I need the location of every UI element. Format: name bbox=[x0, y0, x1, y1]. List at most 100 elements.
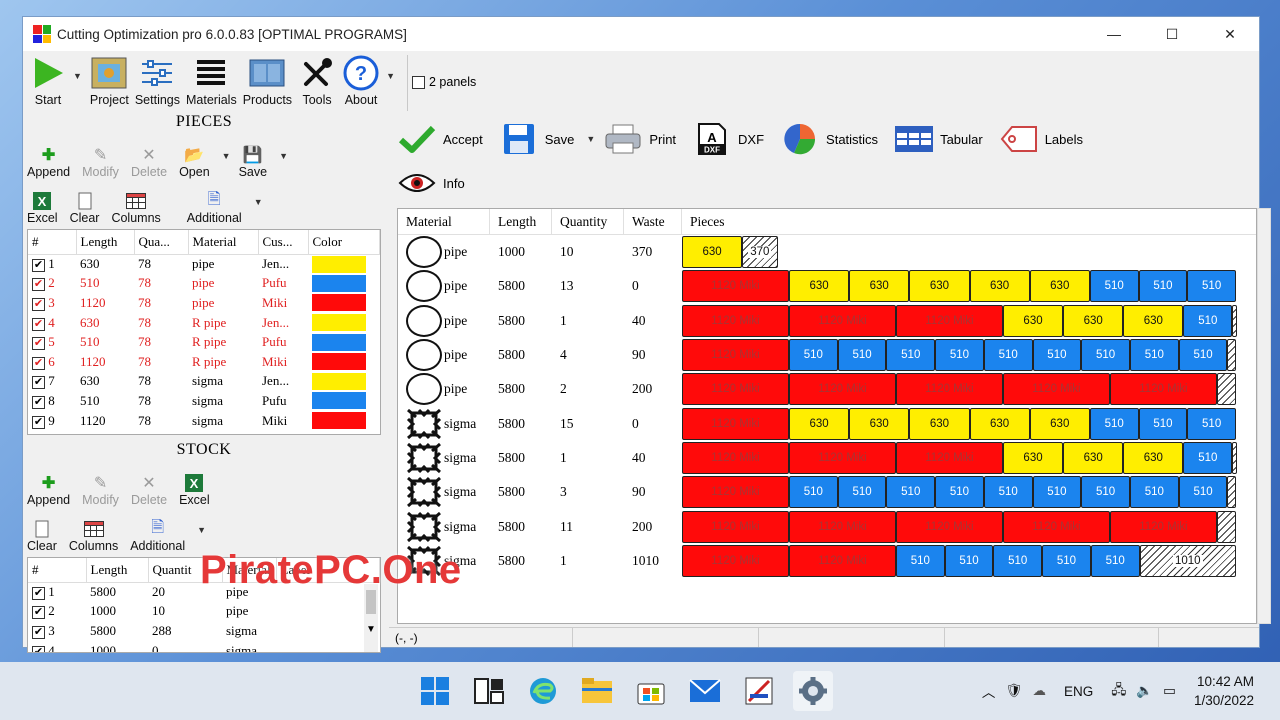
piece-segment[interactable]: 510 bbox=[1032, 339, 1082, 372]
piece-segment[interactable]: 510 bbox=[837, 339, 887, 372]
piece-segment[interactable]: 1120 Miki bbox=[895, 373, 1003, 406]
table-row[interactable]: ✔ 5 510 78 R pipe Pufu bbox=[28, 332, 380, 352]
open-dropdown-arrow[interactable]: ▼ bbox=[222, 151, 231, 161]
piece-segment[interactable]: 1120 Miki bbox=[1109, 510, 1217, 543]
table-row[interactable]: ✔ 2 1000 10 pipe bbox=[28, 602, 380, 622]
start-dropdown-arrow[interactable]: ▼ bbox=[73, 71, 82, 81]
piece-segment[interactable]: 1120 Miki bbox=[788, 373, 896, 406]
pieces-clear-button[interactable]: Clear bbox=[70, 191, 99, 225]
row-checkbox[interactable]: ✔ bbox=[32, 278, 45, 292]
result-row[interactable]: pipe 5800 13 0 1120 Miki 630 630 630 630 630 510 51… bbox=[398, 269, 1256, 303]
table-row[interactable]: ✔ 4 630 78 R pipe Jen... bbox=[28, 313, 380, 333]
piece-segment[interactable]: 510 bbox=[1081, 476, 1130, 509]
about-dropdown-arrow[interactable]: ▼ bbox=[386, 71, 395, 81]
piece-segment[interactable]: 630 bbox=[1029, 270, 1090, 303]
piece-segment[interactable]: 510 bbox=[1089, 407, 1139, 440]
stock-additional-button[interactable]: 🗎 Additional bbox=[130, 519, 185, 554]
pieces-col-quantity[interactable]: Qua... bbox=[134, 230, 189, 255]
piece-segment[interactable]: 510 bbox=[1187, 270, 1236, 303]
result-row[interactable]: sigma 5800 3 90 1120 Miki 510 510 510 510 510 510 5… bbox=[398, 475, 1256, 509]
piece-segment[interactable]: 510 bbox=[1129, 476, 1179, 509]
result-row[interactable]: pipe 1000 10 370 630 370 bbox=[398, 235, 1256, 269]
pieces-col-material[interactable]: Material bbox=[188, 230, 259, 255]
result-row[interactable]: sigma 5800 15 0 1120 Miki 630 630 630 630 630 510 5… bbox=[398, 406, 1256, 440]
row-checkbox[interactable]: ✔ bbox=[32, 376, 45, 390]
scroll-down-arrow[interactable]: ▼ bbox=[364, 624, 378, 635]
row-checkbox[interactable]: ✔ bbox=[32, 356, 45, 370]
row-checkbox[interactable]: ✔ bbox=[32, 587, 45, 601]
piece-segment[interactable]: 510 bbox=[788, 476, 838, 509]
waste-segment[interactable]: 370 bbox=[742, 236, 778, 269]
piece-segment[interactable]: 630 bbox=[969, 270, 1030, 303]
waste-segment[interactable] bbox=[1216, 510, 1236, 543]
color-swatch[interactable] bbox=[312, 294, 366, 312]
results-col-length[interactable]: Length bbox=[490, 209, 552, 234]
piece-segment[interactable]: 1120 Miki bbox=[682, 270, 789, 303]
stock-columns-button[interactable]: Columns bbox=[69, 519, 118, 553]
piece-segment[interactable]: 1120 Miki bbox=[1002, 373, 1110, 406]
piece-segment[interactable]: 510 bbox=[1138, 270, 1188, 303]
app-shortcut-icon[interactable] bbox=[739, 671, 779, 711]
result-row[interactable]: pipe 5800 1 40 1120 Miki 1120 Miki 1120 Miki 63… bbox=[398, 304, 1256, 338]
piece-segment[interactable]: 1120 Miki bbox=[682, 510, 789, 543]
network-icon[interactable]: 🖧 bbox=[1111, 680, 1126, 703]
piece-segment[interactable]: 630 bbox=[909, 407, 970, 440]
waste-segment[interactable]: 1010 bbox=[1139, 544, 1236, 577]
pieces-columns-button[interactable]: Columns bbox=[111, 191, 161, 225]
result-row[interactable]: pipe 5800 2 200 1120 Miki 1120 Miki 1120 Miki 1… bbox=[398, 372, 1256, 406]
piece-segment[interactable]: 510 bbox=[895, 544, 945, 577]
scroll-thumb[interactable] bbox=[366, 590, 376, 614]
table-row[interactable]: ✔ 9 1120 78 sigma Miki bbox=[28, 411, 380, 431]
piece-segment[interactable]: 630 bbox=[849, 407, 910, 440]
windows-start-icon[interactable] bbox=[415, 671, 455, 711]
table-row[interactable]: ✔ 3 5800 288 sigma bbox=[28, 621, 380, 641]
piece-segment[interactable]: 630 bbox=[1063, 441, 1124, 474]
tabular-button[interactable]: Tabular bbox=[894, 122, 983, 156]
dxf-button[interactable]: A DXF DXF bbox=[692, 122, 764, 156]
piece-segment[interactable]: 1120 Miki bbox=[895, 441, 1003, 474]
table-row[interactable]: ✔ 4 1000 0 sigma bbox=[28, 641, 380, 652]
table-row[interactable]: ✔ 8 510 78 sigma Pufu bbox=[28, 391, 380, 411]
waste-segment[interactable] bbox=[1232, 441, 1238, 474]
table-row[interactable]: ✔ 2 510 78 pipe Pufu bbox=[28, 274, 380, 294]
row-checkbox[interactable]: ✔ bbox=[32, 645, 45, 652]
color-swatch[interactable] bbox=[312, 353, 366, 371]
row-checkbox[interactable]: ✔ bbox=[32, 259, 45, 273]
piece-segment[interactable]: 510 bbox=[1090, 544, 1140, 577]
piece-segment[interactable]: 510 bbox=[993, 544, 1043, 577]
waste-segment[interactable] bbox=[1232, 304, 1238, 337]
piece-segment[interactable]: 510 bbox=[1138, 407, 1188, 440]
piece-segment[interactable]: 510 bbox=[886, 476, 936, 509]
piece-segment[interactable]: 1120 Miki bbox=[682, 373, 789, 406]
pieces-save-button[interactable]: 💾 Save bbox=[239, 145, 268, 179]
materials-button[interactable]: Materials bbox=[186, 55, 237, 107]
clock[interactable]: 10:42 AM 1/30/2022 bbox=[1194, 672, 1254, 710]
results-col-material[interactable]: Material bbox=[398, 209, 490, 234]
piece-segment[interactable]: 630 bbox=[909, 270, 970, 303]
table-row[interactable]: ✔ 3 1120 78 pipe Miki bbox=[28, 293, 380, 313]
piece-segment[interactable]: 630 bbox=[1063, 304, 1124, 337]
stock-col-length[interactable]: Length bbox=[86, 558, 149, 583]
piece-segment[interactable]: 1120 Miki bbox=[1109, 373, 1217, 406]
tools-button[interactable]: Tools bbox=[298, 55, 336, 107]
piece-segment[interactable]: 1120 Miki bbox=[1002, 510, 1110, 543]
row-checkbox[interactable]: ✔ bbox=[32, 317, 45, 331]
store-icon[interactable] bbox=[631, 671, 671, 711]
piece-segment[interactable]: 510 bbox=[1032, 476, 1082, 509]
two-panels-checkbox[interactable] bbox=[411, 75, 425, 89]
piece-segment[interactable]: 630 bbox=[1002, 304, 1064, 337]
stock-delete-button[interactable]: ✕ Delete bbox=[131, 473, 167, 507]
color-swatch[interactable] bbox=[312, 412, 366, 430]
result-row[interactable]: sigma 5800 1 1010 1120 Miki 1120 Miki 510 510 51… bbox=[398, 544, 1256, 578]
table-row[interactable]: ✔ 7 630 78 sigma Jen... bbox=[28, 372, 380, 392]
row-checkbox[interactable]: ✔ bbox=[32, 625, 45, 639]
row-checkbox[interactable]: ✔ bbox=[32, 395, 45, 409]
piece-segment[interactable]: 630 bbox=[788, 270, 850, 303]
stock-excel-button[interactable]: X Excel bbox=[179, 473, 210, 507]
piece-segment[interactable]: 510 bbox=[983, 476, 1033, 509]
save-dropdown-arrow[interactable]: ▼ bbox=[279, 151, 288, 161]
settings-gear-icon[interactable] bbox=[793, 671, 833, 711]
piece-segment[interactable]: 630 bbox=[1123, 441, 1184, 474]
results-scrollbar[interactable] bbox=[1257, 208, 1271, 624]
piece-segment[interactable]: 510 bbox=[935, 339, 984, 372]
